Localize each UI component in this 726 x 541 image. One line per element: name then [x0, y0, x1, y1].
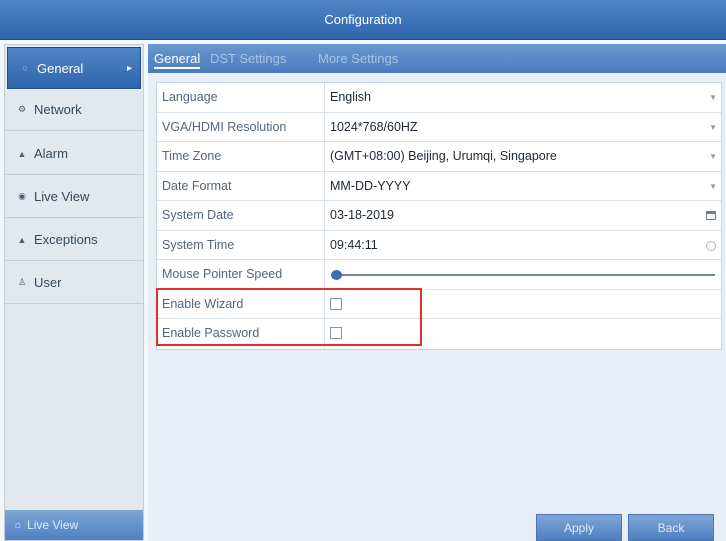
tab-more-settings[interactable]: More Settings	[314, 44, 402, 73]
slider-handle[interactable]	[331, 270, 342, 280]
mouse-speed-label: Mouse Pointer Speed	[157, 260, 325, 289]
enable-password-checkbox[interactable]	[330, 327, 342, 339]
resolution-label: VGA/HDMI Resolution	[157, 112, 325, 141]
chevron-right-icon: ▸	[126, 62, 132, 74]
alarm-icon: ▲	[17, 148, 27, 159]
tab-dst-settings[interactable]: DST Settings	[206, 44, 290, 73]
sidebar-item-label: Alarm	[34, 146, 68, 161]
sidebar: ○ General ▸ ⚙ Network ▲ Alarm ◉ Live Vie…	[4, 44, 144, 541]
live-view-button-label: Live View	[27, 518, 79, 532]
home-icon: ⌂	[15, 519, 22, 531]
sidebar-item-exceptions[interactable]: ▲ Exceptions	[5, 219, 143, 261]
system-time-value: 09:44:11	[330, 237, 378, 252]
chevron-down-icon: ▼	[709, 152, 717, 161]
settings-content: Language English ▼ VGA/HDMI Resolution 1…	[148, 73, 726, 541]
time-zone-select[interactable]: (GMT+08:00) Beijing, Urumqi, Singapore ▼	[325, 142, 723, 171]
calendar-icon[interactable]	[706, 211, 716, 220]
back-button[interactable]: Back	[628, 514, 714, 541]
enable-wizard-row: Enable Wizard	[157, 289, 723, 319]
sidebar-item-label: General	[37, 60, 84, 76]
chevron-down-icon: ▼	[709, 93, 717, 102]
sidebar-item-alarm[interactable]: ▲ Alarm	[5, 133, 143, 175]
enable-password-row: Enable Password	[157, 319, 721, 349]
clock-icon[interactable]	[706, 240, 716, 251]
sidebar-item-label: Live View	[34, 189, 90, 204]
network-icon: ⚙	[17, 104, 27, 114]
apply-button[interactable]: Apply	[536, 514, 622, 541]
language-select[interactable]: English ▼	[325, 83, 723, 112]
live-view-icon: ◉	[18, 191, 26, 201]
settings-form: Language English ▼ VGA/HDMI Resolution 1…	[156, 82, 722, 350]
general-icon: ○	[22, 63, 28, 73]
date-format-value: MM-DD-YYYY	[330, 178, 411, 193]
main-panel: General DST Settings More Settings Langu…	[148, 44, 726, 541]
slider-track[interactable]	[336, 274, 715, 276]
live-view-button[interactable]: ⌂ Live View	[5, 510, 143, 540]
tab-bar: General DST Settings More Settings	[148, 44, 726, 73]
exceptions-icon: ▲	[17, 234, 27, 245]
sidebar-item-user[interactable]: ♙ User	[5, 262, 143, 304]
date-format-label: Date Format	[157, 171, 325, 200]
enable-wizard-label: Enable Wizard	[157, 289, 325, 318]
enable-password-label: Enable Password	[157, 319, 325, 349]
resolution-value: 1024*768/60HZ	[330, 119, 418, 134]
configuration-window: Configuration ○ General ▸ ⚙ Network ▲ Al…	[0, 0, 726, 541]
date-format-row: Date Format MM-DD-YYYY ▼	[157, 171, 723, 201]
chevron-down-icon: ▼	[709, 122, 717, 132]
resolution-select[interactable]: 1024*768/60HZ ▼	[325, 113, 723, 142]
sidebar-item-label: User	[34, 275, 62, 290]
system-time-label: System Time	[157, 230, 325, 259]
sidebar-item-label: Network	[34, 102, 82, 117]
enable-password-cell	[325, 319, 723, 349]
language-row: Language English ▼	[157, 83, 721, 113]
time-zone-label: Time Zone	[157, 142, 325, 171]
system-time-row: System Time 09:44:11	[157, 230, 723, 260]
system-date-field[interactable]: 03-18-2019	[325, 201, 723, 230]
user-icon: ♙	[17, 277, 27, 287]
system-date-value: 03-18-2019	[330, 208, 394, 222]
time-zone-value: (GMT+08:00) Beijing, Urumqi, Singapore	[330, 149, 557, 163]
system-date-row: System Date 03-18-2019	[157, 201, 721, 231]
language-value: English	[330, 90, 371, 104]
system-date-label: System Date	[157, 201, 325, 230]
window-title: Configuration	[0, 0, 726, 40]
language-label: Language	[157, 83, 325, 112]
system-time-field[interactable]: 09:44:11	[325, 231, 723, 260]
enable-wizard-checkbox[interactable]	[330, 297, 342, 310]
mouse-speed-row: Mouse Pointer Speed	[157, 260, 721, 290]
resolution-row: VGA/HDMI Resolution 1024*768/60HZ ▼	[157, 112, 723, 142]
date-format-select[interactable]: MM-DD-YYYY ▼	[325, 172, 723, 201]
sidebar-item-general[interactable]: ○ General ▸	[7, 47, 141, 89]
sidebar-item-live-view[interactable]: ◉ Live View	[5, 176, 143, 218]
sidebar-item-network[interactable]: ⚙ Network	[5, 89, 143, 131]
chevron-down-icon: ▼	[709, 181, 717, 191]
enable-wizard-cell	[325, 290, 723, 319]
sidebar-item-label: Exceptions	[34, 232, 98, 247]
tab-general[interactable]: General	[150, 44, 204, 73]
time-zone-row: Time Zone (GMT+08:00) Beijing, Urumqi, S…	[157, 142, 721, 172]
mouse-speed-slider[interactable]	[325, 260, 723, 289]
